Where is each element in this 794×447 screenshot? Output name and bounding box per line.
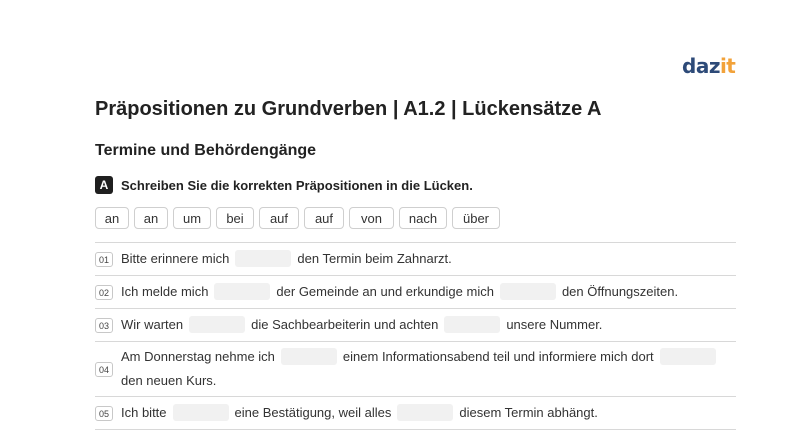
logo-part-2: it: [719, 54, 736, 78]
sentence-number: 04: [95, 362, 113, 377]
sentence-text: Ich bitte eine Bestätigung, weil alles die…: [121, 401, 736, 425]
sentence-part: den Termin beim Zahnarzt.: [297, 251, 452, 266]
blank-input[interactable]: [235, 250, 292, 267]
blank-input[interactable]: [397, 404, 454, 421]
logo-part-1: daz: [682, 54, 720, 78]
task-badge: A: [95, 176, 113, 194]
blank-input[interactable]: [659, 348, 716, 365]
sentence-part: die Sachbearbeiterin und achten: [251, 317, 439, 332]
blank-input[interactable]: [444, 316, 501, 333]
sentence-part: unsere Nummer.: [506, 317, 603, 332]
sentence-text: Wir warten die Sachbearbeiterin und achte…: [121, 313, 736, 337]
word-chip: über: [452, 207, 500, 229]
sentence-part: einem Informationsabend teil und informi…: [342, 349, 654, 364]
dazit-logo: dazit: [682, 54, 736, 78]
word-chip: bei: [216, 207, 254, 229]
sentence-row-04: 04 Am Donnerstag nehme ich einem Informat…: [95, 342, 736, 397]
sentence-part: Wir warten: [121, 317, 184, 332]
blank-input[interactable]: [189, 316, 246, 333]
sentence-list: 01 Bitte erinnere mich den Termin beim Za…: [95, 242, 736, 430]
sentence-part: den Öffnungszeiten.: [561, 284, 679, 299]
blank-input[interactable]: [499, 283, 556, 300]
sentence-text: Ich melde mich der Gemeinde an und erkund…: [121, 280, 736, 304]
word-chip: auf: [304, 207, 344, 229]
sentence-row-05: 05 Ich bitte eine Bestätigung, weil alles…: [95, 397, 736, 430]
word-chip: auf: [259, 207, 299, 229]
section-subtitle: Termine und Behördengänge: [95, 142, 317, 159]
sentence-part: den neuen Kurs.: [121, 373, 217, 388]
task-instruction: A Schreiben Sie die korrekten Präpositio…: [95, 176, 473, 194]
page-title: Präpositionen zu Grundverben | A1.2 | Lü…: [95, 98, 602, 120]
sentence-part: Ich bitte: [121, 405, 167, 420]
sentence-text: Am Donnerstag nehme ich einem Information…: [121, 345, 736, 393]
sentence-part: eine Bestätigung, weil alles: [234, 405, 392, 420]
word-bank: an an um bei auf auf von nach über: [95, 207, 505, 229]
blank-input[interactable]: [172, 404, 229, 421]
word-chip: nach: [399, 207, 447, 229]
sentence-number: 02: [95, 285, 113, 300]
word-chip: an: [134, 207, 168, 229]
task-text: Schreiben Sie die korrekten Präpositione…: [121, 177, 473, 193]
sentence-text: Bitte erinnere mich den Termin beim Zahna…: [121, 247, 736, 271]
sentence-number: 03: [95, 318, 113, 333]
blank-input[interactable]: [280, 348, 337, 365]
sentence-part: Bitte erinnere mich: [121, 251, 230, 266]
sentence-row-03: 03 Wir warten die Sachbearbeiterin und ac…: [95, 309, 736, 342]
word-chip: von: [349, 207, 394, 229]
sentence-row-01: 01 Bitte erinnere mich den Termin beim Za…: [95, 243, 736, 276]
sentence-number: 05: [95, 406, 113, 421]
sentence-row-02: 02 Ich melde mich der Gemeinde an und erk…: [95, 276, 736, 309]
word-chip: an: [95, 207, 129, 229]
sentence-number: 01: [95, 252, 113, 267]
blank-input[interactable]: [214, 283, 271, 300]
sentence-part: diesem Termin abhängt.: [459, 405, 598, 420]
word-chip: um: [173, 207, 211, 229]
sentence-part: der Gemeinde an und erkundige mich: [276, 284, 494, 299]
sentence-part: Ich melde mich: [121, 284, 209, 299]
sentence-part: Am Donnerstag nehme ich: [121, 349, 275, 364]
